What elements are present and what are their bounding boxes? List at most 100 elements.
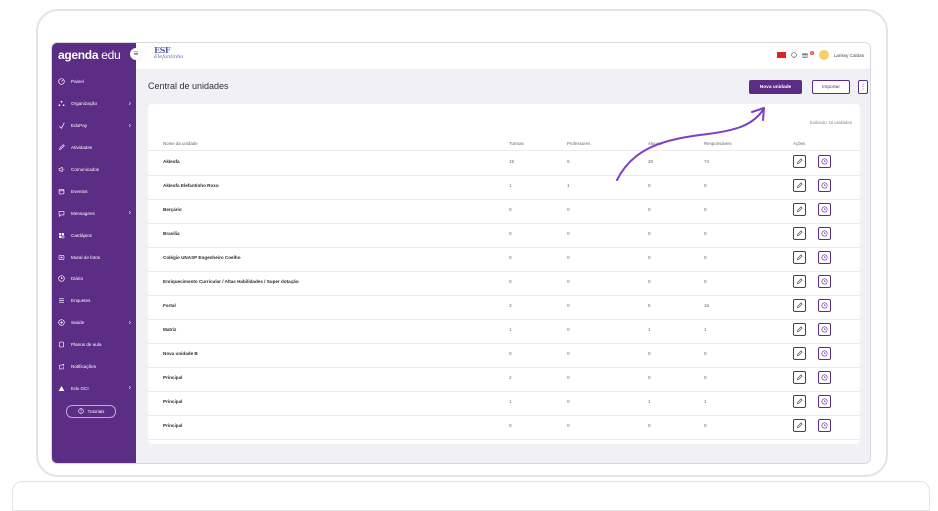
sidebar-collapse-button[interactable]: ≡ (130, 48, 142, 60)
history-button[interactable] (818, 179, 831, 192)
history-button[interactable] (818, 371, 831, 384)
pencil-icon (796, 230, 803, 237)
cell-classes: 2 (509, 375, 512, 380)
language-flag-icon[interactable] (776, 52, 786, 58)
sidebar-item-edu-gci[interactable]: Edu GCI › (52, 377, 136, 399)
sidebar-item-painel[interactable]: Painel (52, 71, 136, 93)
table-row[interactable]: Matriz 1 0 1 1 (148, 319, 860, 344)
history-button[interactable] (818, 347, 831, 360)
table-row[interactable]: Brasília 0 0 0 0 (148, 223, 860, 248)
cell-teachers: 0 (567, 327, 570, 332)
pencil-icon (796, 374, 803, 381)
table-row[interactable]: Enriquecimento Curricular / Altas Habili… (148, 271, 860, 296)
history-button[interactable] (818, 419, 831, 432)
sidebar-item-mensagens[interactable]: Mensagens › (52, 202, 136, 224)
cell-classes: 0 (509, 231, 512, 236)
clock-icon (821, 302, 828, 309)
organization-icon (58, 100, 65, 107)
cell-name: Principal (163, 375, 183, 380)
table-row[interactable]: Akleofa 15 6 20 74 (148, 151, 860, 176)
sidebar-item-notifica-es[interactable]: Notificações (52, 356, 136, 378)
edit-button[interactable] (793, 155, 806, 168)
sidebar-item-mural-de-fotos[interactable]: Mural de fotos (52, 246, 136, 268)
sidebar-item-card-pios[interactable]: Cardápios (52, 224, 136, 246)
edit-button[interactable] (793, 179, 806, 192)
tutorials-label: Tutoriais (87, 409, 105, 415)
user-avatar[interactable] (818, 50, 829, 60)
table-row[interactable]: Principal 1 0 1 1 (148, 391, 860, 416)
history-button[interactable] (818, 275, 831, 288)
table-row[interactable]: Principal 2 0 0 0 (148, 367, 860, 392)
new-unit-button[interactable]: Nova unidade (749, 80, 802, 94)
sidebar-item-edupay[interactable]: EduPay › (52, 115, 136, 137)
table-row[interactable]: Akleofa Elefantinho Roxo 1 1 0 0 (148, 175, 860, 200)
user-name[interactable]: Larissy Caldas (834, 53, 864, 58)
history-button[interactable] (818, 251, 831, 264)
sidebar-item-planos-de-aula[interactable]: Planos de aula (52, 334, 136, 356)
history-button[interactable] (818, 203, 831, 216)
history-button[interactable] (818, 299, 831, 312)
edit-button[interactable] (793, 395, 806, 408)
sidebar-item-atividades[interactable]: Atividades (52, 137, 136, 159)
sidebar-item-label: Atividades (71, 145, 93, 151)
import-button[interactable]: Importar (812, 80, 850, 94)
cell-guardians: 0 (704, 255, 707, 260)
table-row[interactable]: Colégio UNASP Engenheiro Coelho 0 0 0 0 (148, 247, 860, 272)
megaphone-icon (58, 166, 65, 173)
cell-students: 0 (648, 183, 651, 188)
chevron-right-icon: › (128, 100, 131, 108)
gift-icon[interactable] (802, 52, 808, 58)
edit-button[interactable] (793, 419, 806, 432)
showing-count: Exibindo 18 unidades (810, 120, 852, 125)
clock-icon (821, 206, 828, 213)
cell-teachers: 0 (567, 207, 570, 212)
units-card: Exibindo 18 unidades Nome da unidade Tur… (148, 104, 860, 444)
cell-students: 0 (648, 207, 651, 212)
sidebar-item-organiza-o[interactable]: Organização › (52, 93, 136, 115)
cell-teachers: 0 (567, 231, 570, 236)
school-logo-name: Elefantinho (154, 54, 184, 60)
sidebar-nav: Painel Organização › EduPay › Atividades Comun… (52, 71, 136, 399)
chevron-right-icon: › (128, 384, 131, 392)
edit-button[interactable] (793, 299, 806, 312)
table-row[interactable]: Principal 0 0 0 0 (148, 415, 860, 440)
history-button[interactable] (818, 227, 831, 240)
topbar-actions: 1 Larissy Caldas (776, 50, 864, 60)
pencil-icon (796, 422, 803, 429)
cell-students: 20 (648, 159, 654, 164)
sidebar-item-label: Notificações (71, 364, 97, 370)
pencil-icon (796, 302, 803, 309)
history-button[interactable] (818, 155, 831, 168)
edit-button[interactable] (793, 251, 806, 264)
sidebar-item-enquetes[interactable]: Enquetes (52, 290, 136, 312)
clock-icon (821, 374, 828, 381)
help-icon[interactable] (791, 52, 797, 58)
topbar: ESF Elefantinho 1 Larissy Caldas (136, 43, 870, 70)
cell-name: Matriz (163, 327, 177, 332)
clock-icon (821, 230, 828, 237)
history-button[interactable] (818, 395, 831, 408)
edit-button[interactable] (793, 323, 806, 336)
cell-classes: 0 (509, 207, 512, 212)
chevron-right-icon: › (128, 319, 131, 327)
table-row[interactable]: Fortal 3 0 5 16 (148, 295, 860, 320)
edit-button[interactable] (793, 275, 806, 288)
edit-button[interactable] (793, 227, 806, 240)
clock-icon (58, 275, 65, 283)
sidebar-item-sa-de[interactable]: Saúde › (52, 312, 136, 334)
edit-button[interactable] (793, 347, 806, 360)
sidebar-item-di-rio[interactable]: Diário (52, 268, 136, 290)
brand-logo[interactable]: agenda edu (52, 43, 136, 67)
history-button[interactable] (818, 323, 831, 336)
tutorials-button[interactable]: Tutoriais (66, 405, 116, 419)
table-row[interactable]: Nova unidade B 0 0 0 0 (148, 343, 860, 368)
table-row[interactable]: Berçário 0 0 0 0 (148, 199, 860, 224)
sidebar-item-eventos[interactable]: Eventos (52, 180, 136, 202)
edit-button[interactable] (793, 371, 806, 384)
edit-button[interactable] (793, 203, 806, 216)
more-options-button[interactable]: ⋮ (858, 80, 868, 94)
school-logo[interactable]: ESF Elefantinho (154, 45, 183, 60)
sidebar-item-label: Organização (71, 101, 98, 107)
sidebar-item-comunicados[interactable]: Comunicados (52, 159, 136, 181)
clock-icon (821, 350, 828, 357)
